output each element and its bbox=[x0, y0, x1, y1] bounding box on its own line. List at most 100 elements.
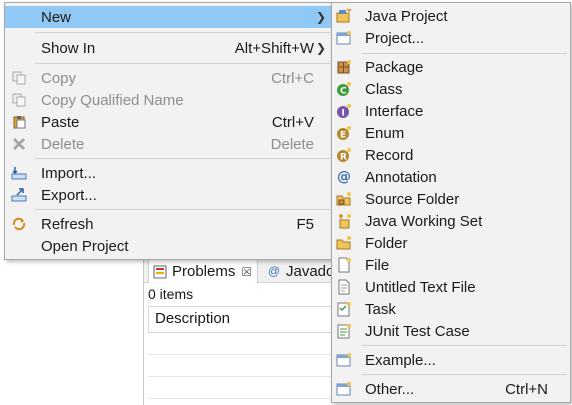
tab-close-icon[interactable]: ☒ bbox=[241, 265, 252, 279]
export-icon bbox=[11, 187, 27, 203]
menu-item-label: Class bbox=[365, 80, 403, 98]
shortcut-label: Delete bbox=[270, 135, 314, 153]
file-icon bbox=[336, 257, 352, 273]
delete-icon bbox=[11, 136, 27, 152]
problems-item-count: 0 items bbox=[148, 286, 194, 302]
menu-item-label: Package bbox=[365, 58, 424, 76]
menu-item-label: Delete bbox=[41, 135, 85, 153]
menu-separator bbox=[362, 374, 567, 375]
menu-item-label: Java Working Set bbox=[365, 212, 483, 230]
column-header-description[interactable]: Description bbox=[148, 306, 333, 333]
menu-item-label: Copy bbox=[41, 69, 77, 87]
record-icon: R bbox=[336, 147, 352, 163]
menu-item-record[interactable]: R Record bbox=[332, 144, 570, 166]
folder-icon bbox=[336, 235, 352, 251]
enum-icon: E bbox=[336, 125, 352, 141]
menu-item-show-in[interactable]: Show In Alt+Shift+W ❯ bbox=[5, 37, 332, 59]
menu-item-task[interactable]: Task bbox=[332, 298, 570, 320]
shortcut-label: F5 bbox=[296, 215, 314, 233]
problems-icon bbox=[152, 264, 168, 280]
submenu-arrow-icon: ❯ bbox=[315, 41, 326, 55]
shortcut-label: Ctrl+C bbox=[271, 69, 314, 87]
svg-text:C: C bbox=[340, 87, 347, 97]
menu-item-interface[interactable]: I Interface bbox=[332, 100, 570, 122]
svg-text:E: E bbox=[340, 131, 346, 141]
menu-item-label: Project... bbox=[365, 29, 425, 47]
menu-item-class[interactable]: C Class bbox=[332, 78, 570, 100]
shortcut-label: Ctrl+V bbox=[271, 113, 314, 131]
table-row bbox=[148, 377, 333, 399]
menu-item-label: Refresh bbox=[41, 215, 94, 233]
java-working-set-icon bbox=[336, 213, 352, 229]
menu-item-label: File bbox=[365, 256, 390, 274]
paste-icon bbox=[11, 114, 27, 130]
menu-item-copy[interactable]: Copy Ctrl+C bbox=[5, 67, 332, 89]
view-tab-bar: Problems ☒ @ Javado bbox=[144, 256, 334, 283]
menu-item-label: Show In bbox=[41, 39, 96, 57]
menu-item-label: Untitled Text File bbox=[365, 278, 476, 296]
menu-item-label: JUnit Test Case bbox=[365, 322, 470, 340]
menu-separator bbox=[35, 158, 330, 159]
menu-item-example[interactable]: Example... bbox=[332, 349, 570, 371]
new-submenu: Java Project Project... Package C Class … bbox=[331, 2, 571, 403]
menu-item-refresh[interactable]: Refresh F5 bbox=[5, 213, 332, 235]
menu-item-package[interactable]: Package bbox=[332, 56, 570, 78]
menu-item-new[interactable]: New ❯ bbox=[5, 6, 332, 28]
project-icon bbox=[336, 30, 352, 46]
menu-item-other[interactable]: Other... Ctrl+N bbox=[332, 378, 570, 400]
menu-item-import[interactable]: Import... bbox=[5, 162, 332, 184]
source-folder-icon bbox=[336, 191, 352, 207]
menu-item-delete[interactable]: Delete Delete bbox=[5, 133, 332, 155]
table-row bbox=[148, 399, 333, 405]
menu-item-open-project[interactable]: Open Project bbox=[5, 235, 332, 257]
package-icon bbox=[336, 59, 352, 75]
interface-icon: I bbox=[336, 103, 352, 119]
copy-qualified-name-icon bbox=[11, 92, 27, 108]
menu-item-junit-test-case[interactable]: JUnit Test Case bbox=[332, 320, 570, 342]
example-icon bbox=[336, 352, 352, 368]
table-row bbox=[148, 333, 333, 355]
menu-item-untitled-text-file[interactable]: Untitled Text File bbox=[332, 276, 570, 298]
svg-text:R: R bbox=[340, 153, 347, 163]
problems-table: Description bbox=[148, 306, 333, 405]
tab-javadoc[interactable]: @ Javado bbox=[262, 259, 334, 283]
tab-problems-label: Problems bbox=[172, 263, 236, 280]
class-icon: C bbox=[336, 81, 352, 97]
table-row bbox=[148, 355, 333, 377]
menu-item-copy-qualified-name[interactable]: Copy Qualified Name bbox=[5, 89, 332, 111]
javadoc-icon: @ bbox=[267, 264, 281, 278]
tab-javadoc-label: Javado bbox=[286, 262, 335, 280]
menu-separator bbox=[35, 209, 330, 210]
menu-item-paste[interactable]: Paste Ctrl+V bbox=[5, 111, 332, 133]
menu-item-enum[interactable]: E Enum bbox=[332, 122, 570, 144]
menu-item-folder[interactable]: Folder bbox=[332, 232, 570, 254]
menu-item-label: Java Project bbox=[365, 7, 448, 25]
menu-item-label: Record bbox=[365, 146, 414, 164]
menu-item-label: Other... bbox=[365, 380, 415, 398]
menu-separator bbox=[362, 53, 567, 54]
menu-item-source-folder[interactable]: Source Folder bbox=[332, 188, 570, 210]
menu-item-label: Interface bbox=[365, 102, 424, 120]
menu-item-label: Open Project bbox=[41, 237, 129, 255]
context-menu: New ❯ Show In Alt+Shift+W ❯ Copy Ctrl+C … bbox=[4, 2, 333, 260]
menu-item-java-working-set[interactable]: Java Working Set bbox=[332, 210, 570, 232]
menu-item-label: Export... bbox=[41, 186, 97, 204]
menu-item-label: Copy Qualified Name bbox=[41, 91, 184, 109]
menu-item-label: Paste bbox=[41, 113, 80, 131]
java-project-icon bbox=[336, 8, 352, 24]
menu-item-project[interactable]: Project... bbox=[332, 27, 570, 49]
svg-text:I: I bbox=[342, 109, 345, 119]
menu-item-label: Enum bbox=[365, 124, 405, 142]
other-icon bbox=[336, 381, 352, 397]
menu-item-label: New bbox=[41, 8, 72, 26]
menu-separator bbox=[35, 32, 330, 33]
tab-problems[interactable]: Problems ☒ bbox=[148, 259, 258, 283]
menu-item-label: Source Folder bbox=[365, 190, 460, 208]
menu-item-annotation[interactable]: @ Annotation bbox=[332, 166, 570, 188]
submenu-arrow-icon: ❯ bbox=[315, 10, 326, 24]
problems-view: Problems ☒ @ Javado 0 items Description bbox=[143, 256, 334, 405]
untitled-text-file-icon bbox=[336, 279, 352, 295]
menu-item-file[interactable]: File bbox=[332, 254, 570, 276]
menu-item-export[interactable]: Export... bbox=[5, 184, 332, 206]
menu-item-java-project[interactable]: Java Project bbox=[332, 5, 570, 27]
